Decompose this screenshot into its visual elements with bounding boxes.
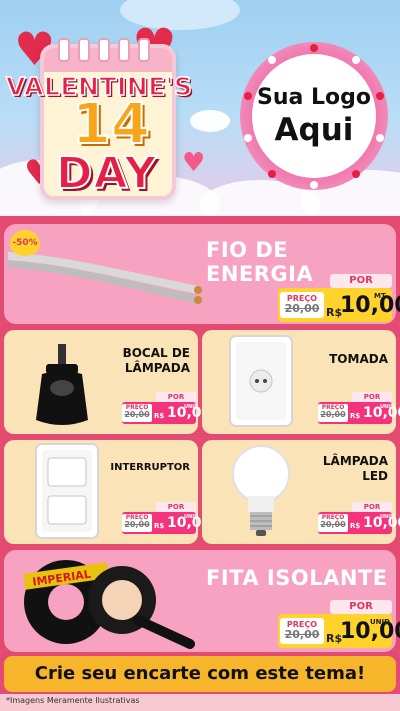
product-card-bocal[interactable]: BOCAL DE LÂMPADA POR PREÇO 20,00 R$ 10,0… [4,330,211,434]
old-price-box: PREÇO 20,00 [318,514,348,532]
product-title: TOMADA [329,352,388,366]
por-label: POR [352,502,392,512]
heart-dot [244,92,252,100]
unit-label: MT [374,292,386,300]
heart-icon: ♥ [182,148,206,178]
currency-label: R$ [350,412,361,420]
logo-text-line2: Aqui [274,111,354,148]
led-bulb-image [232,445,290,536]
dove-icon [190,110,230,132]
calendar-ring [58,38,70,62]
cta-banner[interactable]: Crie seu encarte com este tema! [4,656,396,692]
heart-dot [268,170,276,178]
disclaimer-text: *Imagens Meramente Ilustrativas [6,696,140,705]
old-price: 20,00 [320,410,346,419]
product-card-interruptor[interactable]: INTERRUPTOR POR PREÇO 20,00 R$ 10,00 UNI… [4,440,211,544]
old-price-box: PREÇO 20,00 [280,618,324,644]
product-card-lampada[interactable]: LÂMPADA LED POR PREÇO 20,00 R$ 10,00 UNI… [202,440,400,544]
unit-label: UNID [380,404,395,410]
socket-image [36,344,88,425]
product-title: LÂMPADA LED [322,454,388,483]
calendar-ring [118,38,130,62]
calendar-ring [98,38,110,62]
por-label: POR [352,392,392,402]
old-price: 20,00 [284,302,320,315]
old-price: 20,00 [284,628,320,641]
currency-label: R$ [154,522,165,530]
heart-dot [352,56,360,64]
unit-label: UNID [380,514,395,520]
por-label: POR [330,600,392,614]
old-price-box: PREÇO 20,00 [122,404,152,422]
currency-label: R$ [154,412,165,420]
tape-image: IMPERIAL [23,560,195,649]
old-price: 20,00 [124,410,150,419]
por-label: POR [156,392,196,402]
unit-label: UNID [370,618,390,626]
heart-dot [268,56,276,64]
calendar-ring [78,38,90,62]
heart-dot [310,181,318,189]
price-value: 10,00 [340,293,400,318]
old-price-box: PREÇO 20,00 [280,292,324,318]
heart-dot [244,134,252,142]
old-price-box: PREÇO 20,00 [318,404,348,422]
old-price: 20,00 [320,520,346,529]
logo-placeholder[interactable]: Sua Logo Aqui [252,54,376,178]
day-title: DAY [55,147,158,200]
logo-text-line1: Sua Logo [256,84,371,110]
heart-dot [352,170,360,178]
calendar-ring [138,38,150,62]
hero-banner: ♥ ♥ ♥ ♥ VALENTINE'S 14 DAY Sua Logo Aqui [0,0,400,216]
product-title: BOCAL DE LÂMPADA [122,346,190,375]
product-title: INTERRUPTOR [110,462,190,473]
old-price-box: PREÇO 20,00 [122,514,152,532]
product-title: FITA ISOLANTE [206,566,388,590]
logo-frame: Sua Logo Aqui [240,42,388,190]
discount-badge: -50% [10,230,40,256]
heart-dot [376,92,384,100]
wire-image [8,252,202,304]
heart-dot [310,44,318,52]
old-price: 20,00 [124,520,150,529]
por-label: POR [156,502,196,512]
product-card-fio[interactable]: FIO DE ENERGIA POR PREÇO 20,00 R$ 10,00 … [4,224,400,324]
unit-label: UNID [184,404,199,410]
product-card-tomada[interactable]: TOMADA POR PREÇO 20,00 R$ 10,00 UNID [202,330,400,434]
outlet-image [229,335,293,427]
por-label: POR [330,274,392,288]
product-card-fita[interactable]: IMPERIAL FITA ISOLANTE POR PREÇO 20,00 R… [4,550,400,652]
footer: *Imagens Meramente Ilustrativas [0,694,400,711]
switch-image [35,443,99,539]
unit-label: UNID [184,514,199,520]
currency-label: R$ [350,522,361,530]
heart-dot [376,134,384,142]
